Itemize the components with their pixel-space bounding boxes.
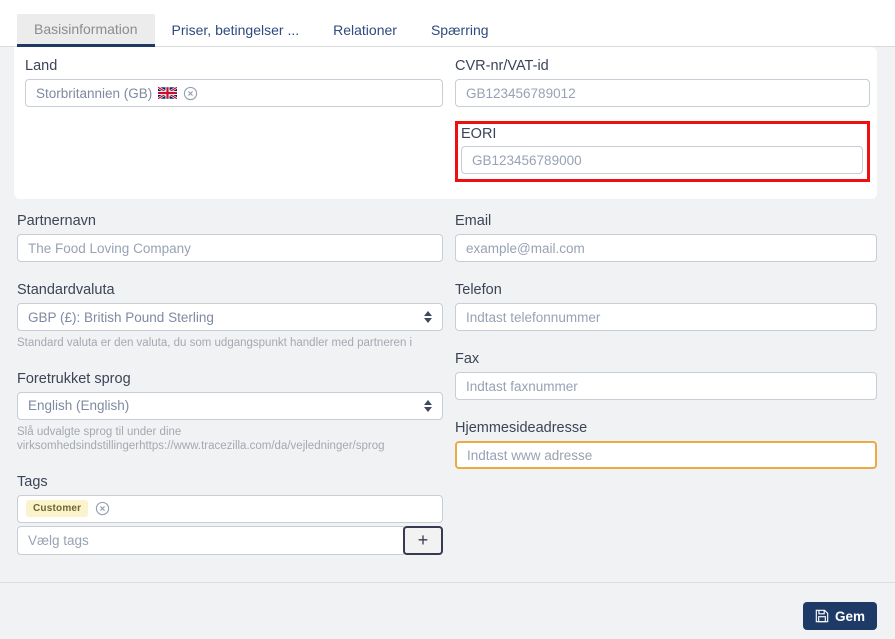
fax-label: Fax bbox=[455, 351, 480, 367]
identification-section: Land Storbritannien (GB) CVR-nr/VAT-id G… bbox=[14, 47, 877, 199]
select-arrows-icon bbox=[424, 399, 432, 412]
cvr-input[interactable] bbox=[455, 79, 870, 107]
selected-tags-box: Customer bbox=[17, 494, 443, 523]
email-label: Email bbox=[455, 213, 492, 229]
land-label: Land bbox=[25, 58, 58, 74]
circle-x-icon bbox=[95, 501, 110, 516]
email-input[interactable] bbox=[455, 234, 877, 262]
hjemmeside-field-group: Hjemmesideadresse bbox=[455, 419, 877, 469]
hjemmeside-input[interactable] bbox=[455, 441, 877, 469]
land-select[interactable]: Storbritannien (GB) bbox=[25, 79, 443, 107]
eori-highlight-box: EORI bbox=[455, 121, 870, 182]
standardvaluta-label: Standardvaluta bbox=[17, 282, 115, 298]
sprog-help: Slå udvalgte sprog til under dine virkso… bbox=[17, 425, 385, 453]
tags-field-group: Tags Customer + bbox=[17, 473, 443, 555]
standardvaluta-help: Standard valuta er den valuta, du som ud… bbox=[17, 337, 413, 349]
partnernavn-input[interactable] bbox=[17, 234, 443, 262]
tab-relationer[interactable]: Relationer bbox=[316, 14, 414, 47]
sprog-value: English (English) bbox=[28, 398, 130, 413]
uk-flag-icon bbox=[158, 87, 178, 99]
sprog-label: Foretrukket sprog bbox=[17, 370, 131, 387]
eori-label: EORI bbox=[461, 126, 497, 142]
land-value: Storbritannien (GB) bbox=[36, 85, 153, 101]
save-button-label: Gem bbox=[834, 608, 865, 624]
select-arrows-icon bbox=[424, 311, 432, 323]
clear-land-button[interactable] bbox=[183, 86, 198, 101]
telefon-label: Telefon bbox=[455, 282, 502, 298]
remove-tag-button[interactable] bbox=[95, 501, 110, 516]
tab-spaerring[interactable]: Spærring bbox=[414, 14, 506, 47]
plus-icon: + bbox=[417, 530, 429, 550]
partnernavn-label: Partnernavn bbox=[17, 213, 96, 229]
sprog-field-group: Foretrukket sprog English (English) Slå … bbox=[17, 370, 443, 454]
tag-customer: Customer bbox=[26, 500, 89, 517]
email-field-group: Email bbox=[455, 212, 877, 262]
circle-x-icon bbox=[183, 86, 198, 101]
eori-input[interactable] bbox=[461, 146, 863, 174]
telefon-input[interactable] bbox=[455, 303, 877, 331]
telefon-field-group: Telefon bbox=[455, 281, 877, 331]
standardvaluta-select[interactable]: GBP (£): British Pound Sterling bbox=[17, 303, 443, 331]
fax-field-group: Fax bbox=[455, 350, 877, 400]
tab-content-basisinformation: Land Storbritannien (GB) CVR-nr/VAT-id G… bbox=[0, 47, 895, 639]
add-tag-button[interactable]: + bbox=[403, 525, 443, 555]
tab-priser-betingelser[interactable]: Priser, betingelser ... bbox=[155, 14, 317, 47]
tags-input[interactable] bbox=[17, 525, 404, 555]
save-button[interactable]: Gem bbox=[802, 602, 877, 630]
fax-input[interactable] bbox=[455, 372, 877, 400]
standardvaluta-value: GBP (£): British Pound Sterling bbox=[28, 309, 214, 325]
partnernavn-field-group: Partnernavn bbox=[17, 212, 443, 262]
tab-bar: Basisinformation Priser, betingelser ...… bbox=[0, 0, 895, 47]
save-icon bbox=[815, 609, 829, 623]
cvr-field-group: CVR-nr/VAT-id bbox=[455, 57, 870, 107]
cvr-label: CVR-nr/VAT-id bbox=[455, 58, 549, 74]
sprog-select[interactable]: English (English) bbox=[17, 391, 443, 420]
standardvaluta-field-group: Standardvaluta GBP (£): British Pound St… bbox=[17, 281, 443, 351]
form-footer: Gem bbox=[0, 582, 895, 639]
land-field-group: Land Storbritannien (GB) bbox=[25, 57, 443, 107]
hjemmeside-label: Hjemmesideadresse bbox=[455, 420, 588, 436]
tags-label: Tags bbox=[17, 473, 48, 490]
tab-basisinformation[interactable]: Basisinformation bbox=[17, 14, 155, 47]
